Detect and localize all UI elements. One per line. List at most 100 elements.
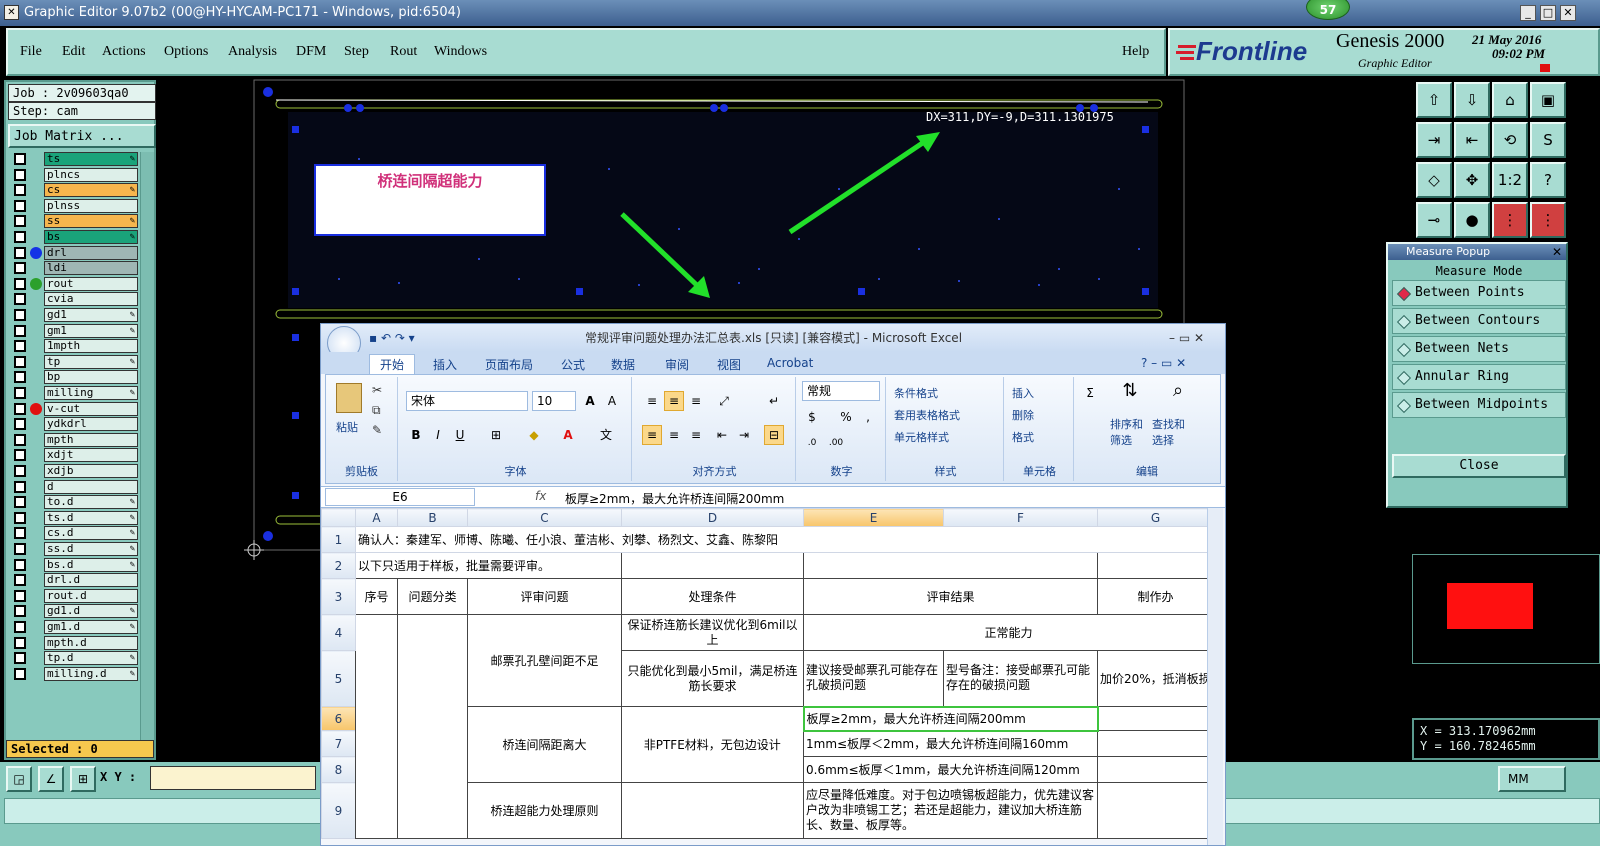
table-cell[interactable]: 桥连间隔距离大 xyxy=(467,706,622,783)
layer-row-rout[interactable]: rout xyxy=(14,276,142,291)
layer-row-milling[interactable]: milling ✎ xyxy=(14,386,142,400)
layer-checkbox[interactable] xyxy=(14,652,26,665)
layer-checkbox[interactable] xyxy=(14,465,26,477)
layer-checkbox[interactable] xyxy=(14,387,26,399)
row-header[interactable]: 1 xyxy=(321,526,356,553)
layer-row-gm1.d[interactable]: gm1.d ✎ xyxy=(14,620,142,634)
table-cell[interactable] xyxy=(1097,706,1214,731)
layer-checkbox[interactable] xyxy=(14,621,26,633)
row-header[interactable]: 8 xyxy=(321,756,356,783)
xy-input[interactable] xyxy=(150,766,316,790)
tab-review[interactable]: 审阅 xyxy=(665,356,689,373)
layer-name[interactable]: xdjb xyxy=(44,464,138,478)
menu-help[interactable]: Help xyxy=(1122,44,1149,60)
center-icon[interactable]: ✥ xyxy=(1454,162,1490,198)
layer-checkbox[interactable] xyxy=(14,527,26,540)
layer-checkbox[interactable] xyxy=(14,153,26,165)
format-painter-icon[interactable]: ✎ xyxy=(372,423,382,437)
layer-row-bp[interactable]: bp xyxy=(14,370,142,385)
layer-name[interactable]: drl.d xyxy=(44,573,138,588)
units-select[interactable]: MM xyxy=(1498,766,1566,792)
orientation-icon[interactable]: ⤢ xyxy=(714,391,734,411)
layer-row-tp[interactable]: tp ✎ xyxy=(14,354,142,369)
tab-data[interactable]: 数据 xyxy=(611,356,635,373)
table-cell[interactable] xyxy=(621,782,804,839)
layer-name[interactable]: rout.d xyxy=(44,588,138,603)
layer-name[interactable]: cs.d ✎ xyxy=(44,526,138,541)
layer-row-cs[interactable]: cs ✎ xyxy=(14,183,142,198)
layer-name[interactable]: ydkdrl xyxy=(44,417,138,432)
row-header[interactable]: 4 xyxy=(321,614,356,651)
net-icon[interactable]: ⋮ xyxy=(1492,202,1528,238)
copy-icon[interactable]: ⧉ xyxy=(372,403,381,418)
align-right-icon[interactable]: ≡ xyxy=(686,425,706,445)
delete-cells-button[interactable]: 删除 xyxy=(1012,407,1034,423)
select-icon[interactable]: ◲ xyxy=(6,766,32,792)
ribbon-help-icon[interactable]: ? – ▭ ✕ xyxy=(1141,356,1186,370)
step-down-icon[interactable]: ⇩ xyxy=(1454,82,1490,118)
underline-icon[interactable]: U xyxy=(450,425,470,445)
layer-checkbox[interactable] xyxy=(14,433,26,446)
tab-insert[interactable]: 插入 xyxy=(433,356,457,373)
conditional-format-button[interactable]: 条件格式 xyxy=(894,385,938,401)
ratio-icon[interactable]: 1:2 xyxy=(1492,162,1528,198)
layer-scrollbar[interactable] xyxy=(140,152,154,742)
layer-name[interactable]: 1mpth xyxy=(44,339,138,354)
window-icon[interactable]: ▣ xyxy=(1530,82,1566,118)
menu-analysis[interactable]: Analysis xyxy=(228,44,277,60)
table-cell[interactable]: 问题分类 xyxy=(397,578,468,615)
table-cell[interactable] xyxy=(803,552,1098,579)
sort-filter-icon[interactable]: ⇅ xyxy=(1120,381,1140,401)
grid-icon[interactable]: ⊞ xyxy=(70,766,96,792)
menu-file[interactable]: File xyxy=(20,44,42,60)
layer-row-xdjt[interactable]: xdjt xyxy=(14,448,142,463)
align-middle-icon[interactable]: ≡ xyxy=(664,391,684,411)
layer-name[interactable]: ldi xyxy=(44,261,138,276)
layer-row-d[interactable]: d xyxy=(14,479,142,494)
layer-row-ts.d[interactable]: ts.d ✎ xyxy=(14,510,142,525)
table-cell[interactable]: 加价20%，抵消板损 xyxy=(1097,650,1214,707)
spreadsheet-grid[interactable]: A B C D E F G 1 确认人：秦建军、师博、陈曦、任小浪、董洁彬、刘攀… xyxy=(321,508,1225,845)
layer-checkbox[interactable] xyxy=(14,246,26,259)
layer-row-gm1[interactable]: gm1 ✎ xyxy=(14,323,142,338)
layer-row-to.d[interactable]: to.d ✎ xyxy=(14,495,142,510)
layer-name[interactable]: drl xyxy=(44,245,138,260)
border-icon[interactable]: ⊞ xyxy=(486,425,506,445)
maximize-button[interactable]: □ xyxy=(1540,5,1556,21)
table-format-button[interactable]: 套用表格格式 xyxy=(894,407,960,423)
layer-row-ss.d[interactable]: ss.d ✎ xyxy=(14,542,142,556)
layer-checkbox[interactable] xyxy=(14,215,26,228)
name-box[interactable]: E6 xyxy=(325,488,475,506)
layer-name[interactable]: ss ✎ xyxy=(44,214,138,229)
table-cell[interactable]: 非PTFE材料，无包边设计 xyxy=(621,706,804,783)
table-cell[interactable]: 建议接受邮票孔可能存在孔破损问题 xyxy=(803,650,944,707)
measure-close-icon[interactable]: ✕ xyxy=(1552,244,1562,260)
layer-row-bs[interactable]: bs ✎ xyxy=(14,230,142,244)
menu-actions[interactable]: Actions xyxy=(102,44,146,60)
layer-checkbox[interactable] xyxy=(14,589,26,602)
quick-save-icon[interactable]: ▪ ↶ ↷ ▾ xyxy=(369,324,415,352)
layer-name[interactable]: plnss xyxy=(44,198,138,213)
layer-row-gd1[interactable]: gd1 ✎ xyxy=(14,308,142,322)
col-header-b[interactable]: B xyxy=(397,508,468,527)
layer-checkbox[interactable] xyxy=(14,558,26,571)
insert-cells-button[interactable]: 插入 xyxy=(1012,385,1034,401)
col-header-g[interactable]: G xyxy=(1097,508,1214,527)
table-cell[interactable]: 制作办 xyxy=(1097,578,1214,615)
layer-checkbox[interactable] xyxy=(14,496,26,509)
layer-checkbox[interactable] xyxy=(14,231,26,243)
table-cell[interactable] xyxy=(1097,730,1214,757)
layer-name[interactable]: rout xyxy=(44,276,138,291)
tab-home[interactable]: 开始 xyxy=(369,354,416,374)
format-cells-button[interactable]: 格式 xyxy=(1012,429,1034,445)
number-format-select[interactable]: 常规 xyxy=(802,381,880,401)
excel-window-controls[interactable]: – ▭ ✕ xyxy=(1169,324,1204,352)
paste-label[interactable]: 粘贴 xyxy=(336,419,358,435)
phonetic-icon[interactable]: 文 xyxy=(596,425,616,445)
layer-name[interactable]: ss.d ✎ xyxy=(44,542,138,556)
menu-options[interactable]: Options xyxy=(164,44,208,60)
grow-font-icon[interactable]: A xyxy=(580,391,600,411)
pan-icon[interactable]: ⟲ xyxy=(1492,122,1528,158)
layer-checkbox[interactable] xyxy=(14,371,26,384)
menu-rout[interactable]: Rout xyxy=(390,44,417,60)
